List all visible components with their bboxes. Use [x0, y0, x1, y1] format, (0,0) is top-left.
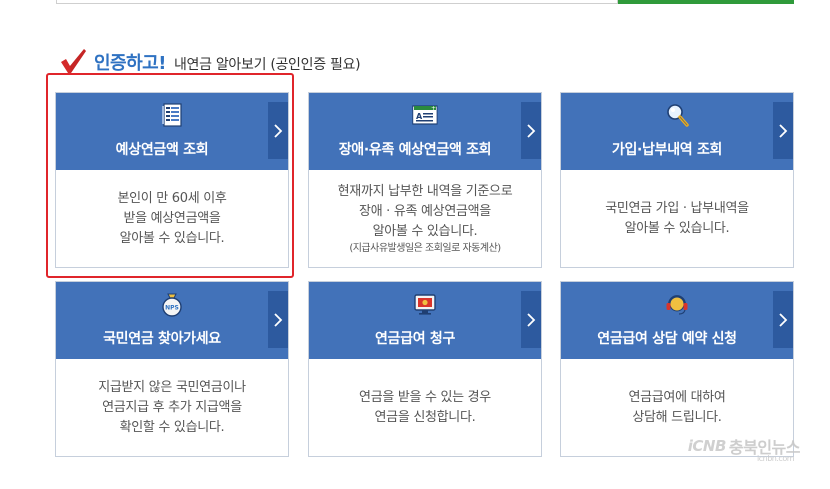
card-description: 연금을 받을 수 있는 경우 연금을 신청합니다.	[309, 359, 541, 456]
card-disability-survivor-pension[interactable]: A + 장애·유족 예상연금액 조회 현재까지 납부한 내역을 기준으로 장애 …	[308, 92, 542, 268]
card-consultation-reservation[interactable]: 연금급여 상담 예약 신청 연금급여에 대하여 상담해 드립니다.	[560, 281, 794, 457]
section-heading: 인증하고! 내연금 알아보기 (공인인증 필요)	[58, 44, 361, 76]
headset-icon	[666, 295, 688, 315]
card-expected-pension[interactable]: 예상연금액 조회 본인이 만 60세 이후 받을 예상연금액을 알아볼 수 있습…	[55, 92, 289, 268]
card-header: 연금급여 청구	[309, 282, 541, 359]
card-line: 확인할 수 있습니다.	[119, 419, 225, 435]
card-note: (지급사유발생일은 조회일로 자동계산)	[349, 242, 501, 254]
card-find-national-pension[interactable]: NPS 국민연금 찾아가세요 지급받지 않은 국민연금이나 연금지급 후 추가 …	[55, 281, 289, 457]
card-header: A + 장애·유족 예상연금액 조회	[309, 93, 541, 170]
card-header: 예상연금액 조회	[56, 93, 288, 170]
chevron-right-icon[interactable]	[773, 291, 793, 348]
page: 인증하고! 내연금 알아보기 (공인인증 필요) 예상연금액 조회 본인이 만 …	[0, 0, 830, 489]
chevron-right-icon[interactable]	[521, 291, 541, 348]
card-title: 연금급여 상담 예약 신청	[597, 331, 737, 347]
card-description: 국민연금 가입 · 납부내역을 알아볼 수 있습니다.	[561, 170, 793, 267]
card-line: 연금급여에 대하여	[628, 389, 726, 405]
card-title: 연금급여 청구	[374, 331, 456, 347]
nps-pouch-icon: NPS	[162, 293, 182, 317]
chevron-right-icon[interactable]	[268, 102, 288, 159]
watermark-logo: iCNB	[687, 437, 727, 455]
card-description: 본인이 만 60세 이후 받을 예상연금액을 알아볼 수 있습니다.	[56, 170, 288, 267]
card-pension-benefit-claim[interactable]: 연금급여 청구 연금을 받을 수 있는 경우 연금을 신청합니다.	[308, 281, 542, 457]
card-title: 가입·납부내역 조회	[611, 142, 723, 158]
card-title: 장애·유족 예상연금액 조회	[338, 142, 492, 158]
card-line: 장애 · 유족 예상연금액을	[359, 203, 491, 219]
monitor-icon	[414, 294, 436, 315]
card-title: 국민연금 찾아가세요	[103, 331, 221, 347]
card-line: 연금을 신청합니다.	[374, 409, 476, 425]
card-header: 연금급여 상담 예약 신청	[561, 282, 793, 359]
card-header: NPS 국민연금 찾아가세요	[56, 282, 288, 359]
card-line: 본인이 만 60세 이후	[117, 190, 227, 206]
card-description: 현재까지 납부한 내역을 기준으로 장애 · 유족 예상연금액을 알아볼 수 있…	[309, 170, 541, 267]
card-line: 국민연금 가입 · 납부내역을	[605, 200, 749, 216]
card-line: 알아볼 수 있습니다.	[372, 223, 478, 239]
heading-main: 인증하고!	[94, 53, 166, 74]
svg-text:A: A	[416, 112, 423, 121]
svg-text:+: +	[431, 105, 436, 112]
card-line: 연금을 받을 수 있는 경우	[359, 389, 491, 405]
magnifier-icon	[667, 104, 689, 127]
document-list-icon	[162, 103, 182, 127]
card-line: 지급받지 않은 국민연금이나	[98, 379, 246, 395]
card-line: 알아볼 수 있습니다.	[119, 230, 225, 246]
card-subscription-payment-history[interactable]: 가입·납부내역 조회 국민연금 가입 · 납부내역을 알아볼 수 있습니다.	[560, 92, 794, 268]
card-line: 현재까지 납부한 내역을 기준으로	[337, 183, 513, 199]
card-description: 지급받지 않은 국민연금이나 연금지급 후 추가 지급액을 확인할 수 있습니다…	[56, 359, 288, 456]
search-button-remnant[interactable]	[618, 0, 794, 4]
id-card-icon: A +	[412, 105, 438, 125]
card-header: 가입·납부내역 조회	[561, 93, 793, 170]
watermark-url: icnbn.com	[757, 454, 794, 463]
card-title: 예상연금액 조회	[115, 142, 209, 158]
chevron-right-icon[interactable]	[521, 102, 541, 159]
card-line: 상담해 드립니다.	[632, 409, 722, 425]
svg-text:NPS: NPS	[165, 305, 179, 312]
heading-sub: 내연금 알아보기 (공인인증 필요)	[173, 57, 361, 73]
search-box-remnant[interactable]	[56, 0, 618, 4]
watermark: iCNB 충북인뉴스 icnbn.com	[687, 434, 801, 463]
check-icon	[61, 49, 86, 73]
card-line: 알아볼 수 있습니다.	[624, 220, 730, 236]
chevron-right-icon[interactable]	[268, 291, 288, 348]
chevron-right-icon[interactable]	[773, 102, 793, 159]
card-line: 연금지급 후 추가 지급액을	[102, 399, 242, 415]
card-line: 받을 예상연금액을	[123, 210, 221, 226]
